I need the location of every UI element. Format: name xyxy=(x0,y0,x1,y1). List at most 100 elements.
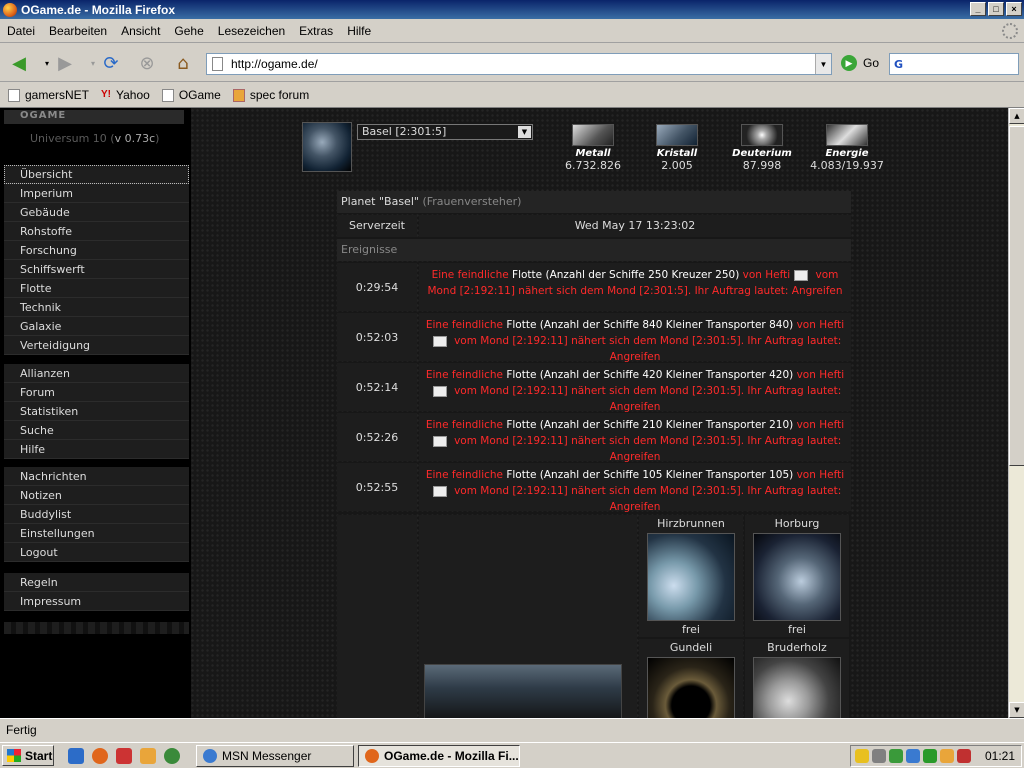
menu-item-notizen[interactable]: Notizen xyxy=(4,486,189,505)
moon-card[interactable]: Hirzbrunnen frei xyxy=(639,515,743,637)
moon-image[interactable] xyxy=(753,657,841,718)
maximize-button[interactable]: □ xyxy=(988,2,1004,16)
task-msn-messenger[interactable]: MSN Messenger xyxy=(196,745,354,767)
stop-icon[interactable]: ⊗ xyxy=(134,51,160,75)
menu-item-einstellungen[interactable]: Einstellungen xyxy=(4,524,189,543)
resource-name: Deuterium xyxy=(732,148,792,159)
menu-gehe[interactable]: Gehe xyxy=(167,24,210,38)
menu-item-verteidigung[interactable]: Verteidigung xyxy=(4,336,189,355)
menu-item-suche[interactable]: Suche xyxy=(4,421,189,440)
event-countdown: 0:52:26 xyxy=(337,413,417,461)
moon-image[interactable] xyxy=(753,533,841,621)
fleet-link[interactable]: Flotte xyxy=(506,319,536,331)
reload-icon[interactable]: ⟳ xyxy=(98,51,124,75)
moon-card[interactable]: Horburg frei xyxy=(745,515,849,637)
launcher-icon[interactable] xyxy=(140,748,156,764)
menu-item-impressum[interactable]: Impressum xyxy=(4,592,189,611)
menu-item-schiffswerft[interactable]: Schiffswerft xyxy=(4,260,189,279)
menu-lesezeichen[interactable]: Lesezeichen xyxy=(211,24,292,38)
fleet-link[interactable]: Flotte xyxy=(506,469,536,481)
msn-icon[interactable] xyxy=(906,749,920,763)
bookmark-gamersnet[interactable]: gamersNET xyxy=(8,88,89,102)
back-icon[interactable]: ◀ xyxy=(6,51,32,75)
url-dropdown-icon[interactable]: ▼ xyxy=(815,54,831,74)
menu-extras[interactable]: Extras xyxy=(292,24,340,38)
menu-item-gebaeude[interactable]: Gebäude xyxy=(4,203,189,222)
menu-item-forschung[interactable]: Forschung xyxy=(4,241,189,260)
icq-icon[interactable] xyxy=(923,749,937,763)
fleet-link[interactable]: Flotte xyxy=(506,419,536,431)
network-icon[interactable] xyxy=(889,749,903,763)
winamp-icon[interactable] xyxy=(116,748,132,764)
menu-bearbeiten[interactable]: Bearbeiten xyxy=(42,24,114,38)
moon-status: frei xyxy=(788,623,806,636)
menu-item-forum[interactable]: Forum xyxy=(4,383,189,402)
fleet-event: 0:52:03 Eine feindliche Flotte (Anzahl d… xyxy=(337,313,851,363)
resource-value: 87.998 xyxy=(742,159,782,172)
moon-image[interactable] xyxy=(647,533,735,621)
menu-item-technik[interactable]: Technik xyxy=(4,298,189,317)
page-scrollbar[interactable]: ▲ ▼ xyxy=(1008,108,1024,718)
menu-item-hilfe[interactable]: Hilfe xyxy=(4,440,189,459)
firefox-icon[interactable] xyxy=(92,748,108,764)
menu-item-galaxie[interactable]: Galaxie xyxy=(4,317,189,336)
menu-item-nachrichten[interactable]: Nachrichten xyxy=(4,467,189,486)
moon-name: Horburg xyxy=(774,517,820,530)
planet-select[interactable]: Basel [2:301:5] ▼ xyxy=(357,124,533,140)
internet-explorer-icon[interactable] xyxy=(68,748,84,764)
go-button[interactable]: ▶ Go xyxy=(841,55,879,71)
clock: 01:21 xyxy=(984,749,1015,763)
resource-name: Metall xyxy=(575,148,611,159)
menu-item-rohstoffe[interactable]: Rohstoffe xyxy=(4,222,189,241)
message-icon[interactable] xyxy=(432,485,447,497)
speaker-icon[interactable] xyxy=(872,749,886,763)
bookmarks-toolbar: gamersNET Y! Yahoo OGame spec forum xyxy=(0,83,1024,108)
menu-item-flotte[interactable]: Flotte xyxy=(4,279,189,298)
menubar: Datei Bearbeiten Ansicht Gehe Lesezeiche… xyxy=(0,19,1024,43)
media-player-icon[interactable] xyxy=(164,748,180,764)
menu-datei[interactable]: Datei xyxy=(0,24,42,38)
url-input[interactable]: http://ogame.de/ ▼ xyxy=(206,53,832,75)
scroll-down-icon[interactable]: ▼ xyxy=(1009,702,1024,718)
metal-icon xyxy=(572,124,614,146)
fleet-link[interactable]: Flotte xyxy=(512,269,542,281)
task-firefox[interactable]: OGame.de - Mozilla Fi... xyxy=(358,745,520,767)
moon-card[interactable]: Bruderholz xyxy=(745,639,849,718)
menu-item-statistiken[interactable]: Statistiken xyxy=(4,402,189,421)
menu-item-allianzen[interactable]: Allianzen xyxy=(4,364,189,383)
message-icon[interactable] xyxy=(432,385,447,397)
bookmark-spec-forum[interactable]: spec forum xyxy=(232,88,309,102)
search-input[interactable]: G xyxy=(889,53,1019,75)
bookmark-ogame[interactable]: OGame xyxy=(161,88,221,102)
planet-thumbnail[interactable] xyxy=(302,122,352,172)
menu-item-regeln[interactable]: Regeln xyxy=(4,573,189,592)
menu-ansicht[interactable]: Ansicht xyxy=(114,24,167,38)
server-time-label: Serverzeit xyxy=(337,215,417,237)
start-button[interactable]: Start xyxy=(2,745,54,766)
message-icon[interactable] xyxy=(794,269,809,281)
moon-card[interactable]: Gundeli xyxy=(639,639,743,718)
home-icon[interactable]: ⌂ xyxy=(170,51,196,75)
universe-name: Universum 10 xyxy=(30,132,107,145)
bookmark-yahoo[interactable]: Y! Yahoo xyxy=(101,88,150,102)
fleet-link[interactable]: Flotte xyxy=(506,369,536,381)
shield-icon[interactable] xyxy=(855,749,869,763)
scrollbar-thumb[interactable] xyxy=(1009,126,1024,466)
menu-item-buddylist[interactable]: Buddylist xyxy=(4,505,189,524)
firefox-icon xyxy=(3,2,17,17)
minimize-button[interactable]: _ xyxy=(970,2,986,16)
menu-hilfe[interactable]: Hilfe xyxy=(340,24,378,38)
forward-icon[interactable]: ▶ xyxy=(52,51,78,75)
tray-app-icon[interactable] xyxy=(940,749,954,763)
close-button[interactable]: × xyxy=(1006,2,1022,16)
antivirus-icon[interactable] xyxy=(957,749,971,763)
moon-image[interactable] xyxy=(647,657,735,718)
main-planet-image[interactable] xyxy=(424,664,622,718)
message-icon[interactable] xyxy=(432,435,447,447)
menu-item-imperium[interactable]: Imperium xyxy=(4,184,189,203)
planet-title[interactable]: Planet "Basel" xyxy=(341,195,419,208)
message-icon[interactable] xyxy=(432,335,447,347)
scroll-up-icon[interactable]: ▲ xyxy=(1009,108,1024,124)
menu-item-uebersicht[interactable]: Übersicht xyxy=(4,165,189,184)
menu-item-logout[interactable]: Logout xyxy=(4,543,189,562)
